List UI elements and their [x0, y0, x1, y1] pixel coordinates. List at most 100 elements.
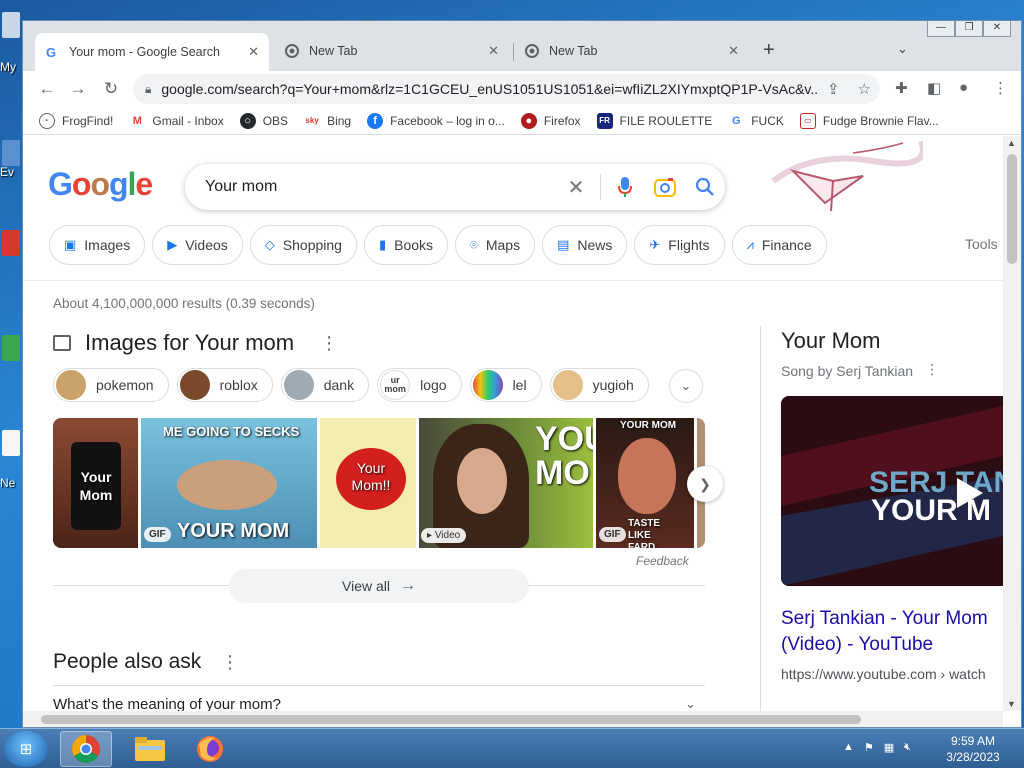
bookmark-frogfind[interactable]: · FrogFind!: [39, 112, 113, 129]
bookmark-star-icon[interactable]: ☆: [858, 80, 871, 98]
desktop-icon-app[interactable]: [2, 230, 20, 256]
filter-chip-yugioh[interactable]: yugioh: [549, 368, 649, 402]
paa-question[interactable]: What's the meaning of your mom?: [53, 696, 281, 711]
back-arrow-icon[interactable]: ←: [35, 77, 59, 101]
video-thumbnail[interactable]: SERJ TANKI YOUR M: [781, 396, 1003, 586]
bookmark-google[interactable]: G FUCK: [728, 113, 784, 129]
logo-letter: g: [108, 166, 129, 202]
doodle-book-illustration: [771, 141, 923, 212]
chip-shopping[interactable]: ◇ Shopping: [249, 225, 357, 265]
logo-letter: e: [135, 166, 153, 202]
result-stats: About 4,100,000,000 results (0.39 second…: [53, 296, 315, 311]
url-text[interactable]: google.com/search?q=Your+mom&rlz=1C1GCEU…: [161, 81, 818, 97]
desktop-icon-app[interactable]: [2, 140, 20, 166]
scrollbar-thumb[interactable]: [1007, 154, 1017, 264]
scroll-down-icon[interactable]: ▼: [1007, 699, 1016, 709]
chip-flights[interactable]: ✈ Flights: [634, 225, 725, 265]
action-center-icon[interactable]: ⚑: [864, 741, 874, 754]
bookmark-fudge-brownie[interactable]: ▭ Fudge Brownie Flav...: [799, 112, 939, 129]
bookmark-obs[interactable]: ○ OBS: [239, 112, 288, 129]
desktop-icon-file[interactable]: [2, 430, 20, 456]
images-section-title[interactable]: Images for Your mom: [85, 330, 294, 356]
reload-icon[interactable]: ↻: [99, 77, 123, 101]
close-window-button[interactable]: ✕: [983, 21, 1011, 37]
taskbar-explorer[interactable]: [124, 731, 176, 767]
search-icon[interactable]: [693, 175, 717, 199]
filter-chip-pokemon[interactable]: pokemon: [53, 368, 169, 402]
search-nav-chips: ▣ Images ▶ Videos ◇ Shopping ▮ Books ⌾ Maps ▤…: [49, 225, 834, 265]
tab-new-tab[interactable]: New Tab ✕: [515, 35, 749, 67]
filter-chip-dank[interactable]: dank: [280, 368, 370, 402]
desktop-icon-computer[interactable]: [2, 12, 20, 38]
bookmark-bing[interactable]: sky Bing: [304, 113, 351, 129]
bookmark-file-roulette[interactable]: FR FILE ROULETTE: [596, 112, 712, 129]
chevron-down-icon[interactable]: ⌄: [669, 369, 703, 403]
chevron-right-icon[interactable]: ❯: [687, 466, 723, 502]
network-icon[interactable]: ▦: [884, 741, 894, 754]
extensions-puzzle-icon[interactable]: ✚: [895, 79, 908, 97]
tab-search-chevron-icon[interactable]: ⌄: [897, 41, 908, 57]
logo-letter: o: [90, 166, 110, 202]
start-button[interactable]: ⊞: [4, 731, 48, 767]
chip-label: Flights: [668, 237, 710, 253]
filter-chip-roblox[interactable]: roblox: [176, 368, 273, 402]
chevron-down-icon[interactable]: ⌄: [685, 696, 696, 711]
image-result[interactable]: Your Mom: [53, 418, 138, 548]
chip-maps[interactable]: ⌾ Maps: [455, 225, 536, 265]
google-doodle-logo[interactable]: Google: [48, 166, 153, 203]
taskbar-firefox[interactable]: [184, 731, 236, 767]
chip-books[interactable]: ▮ Books: [363, 225, 449, 265]
desktop-icon-app[interactable]: [2, 335, 20, 361]
close-tab-icon[interactable]: ✕: [488, 43, 499, 59]
bookmark-facebook[interactable]: f Facebook – log in o...: [367, 112, 505, 129]
view-all-button[interactable]: View all →: [229, 569, 529, 603]
close-tab-icon[interactable]: ✕: [728, 43, 739, 59]
profile-avatar[interactable]: ●: [959, 79, 968, 96]
bookmark-gmail[interactable]: M Gmail - Inbox: [129, 113, 224, 129]
face-shape: [457, 448, 507, 514]
search-input[interactable]: [205, 178, 556, 196]
volume-muted-icon[interactable]: 🔇︎: [904, 741, 911, 754]
more-options-icon[interactable]: ⋮: [925, 361, 939, 378]
tools-button[interactable]: Tools: [965, 236, 998, 252]
clear-icon[interactable]: ✕: [564, 175, 588, 199]
more-options-icon[interactable]: ⋮: [320, 333, 338, 354]
image-result[interactable]: ME GOING TO SECKS YOUR MOM GIF: [141, 418, 317, 548]
feedback-link[interactable]: Feedback: [636, 554, 689, 568]
image-result[interactable]: YOUR MOM TASTE LIKE FARD GIF: [596, 418, 694, 548]
camera-lens-icon[interactable]: [653, 175, 677, 199]
chip-videos[interactable]: ▶ Videos: [152, 225, 243, 265]
close-tab-icon[interactable]: ✕: [248, 44, 259, 60]
more-options-icon[interactable]: ⋮: [221, 652, 239, 673]
scroll-up-icon[interactable]: ▲: [1007, 138, 1016, 148]
scrollbar-thumb[interactable]: [41, 715, 861, 724]
image-result[interactable]: YOU MO ▸ Video: [419, 418, 593, 548]
clock[interactable]: 9:59 AM 3/28/2023: [940, 733, 1006, 765]
forward-arrow-icon[interactable]: →: [66, 77, 90, 101]
vertical-scrollbar[interactable]: ▲ ▼: [1003, 136, 1021, 711]
maximize-button[interactable]: ❐: [955, 21, 983, 37]
tab-google-search[interactable]: G Your mom - Google Search ✕: [35, 33, 269, 71]
menu-kebab-icon[interactable]: ⋮: [993, 79, 1008, 97]
new-tab-button[interactable]: +: [763, 39, 775, 62]
share-icon[interactable]: ⇪: [827, 80, 840, 98]
chip-news[interactable]: ▤ News: [542, 225, 628, 265]
side-panel-icon[interactable]: ◧: [927, 79, 941, 97]
arrow-right-icon: →: [400, 577, 416, 594]
show-hidden-icons[interactable]: ▲: [843, 741, 854, 754]
taskbar-chrome[interactable]: [60, 731, 112, 767]
bookmark-firefox[interactable]: ● Firefox: [520, 112, 581, 129]
horizontal-scrollbar[interactable]: [23, 711, 1003, 727]
filter-chip-lel[interactable]: lel: [469, 368, 542, 402]
minimize-button[interactable]: —: [927, 21, 955, 37]
filter-chip-logo[interactable]: ur mom logo: [377, 368, 462, 402]
address-bar[interactable]: 🔒︎ google.com/search?q=Your+mom&rlz=1C1G…: [133, 74, 880, 104]
browser-window: G Your mom - Google Search ✕ New Tab ✕ N…: [22, 20, 1022, 728]
microphone-icon[interactable]: [613, 175, 637, 199]
image-result[interactable]: Your Mom!!: [320, 418, 416, 548]
chip-finance[interactable]: ⩘ Finance: [731, 225, 827, 265]
youtube-result-link[interactable]: Serj Tankian - Your Mom (Video) - YouTub…: [781, 606, 1003, 658]
tab-new-tab[interactable]: New Tab ✕: [275, 35, 509, 67]
meme-figure: [177, 460, 277, 510]
chip-images[interactable]: ▣ Images: [49, 225, 146, 265]
